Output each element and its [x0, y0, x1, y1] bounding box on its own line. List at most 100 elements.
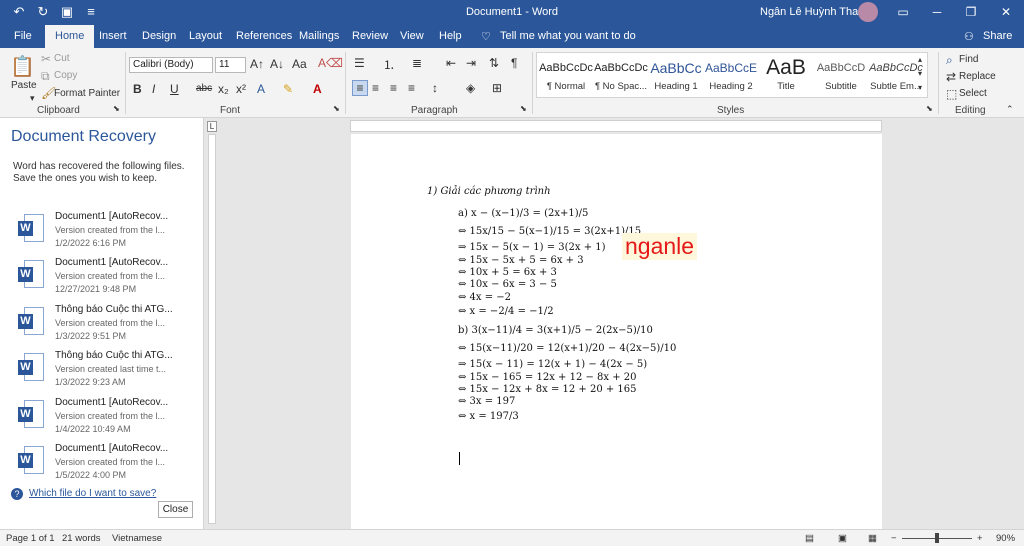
zoom-level[interactable]: 90%	[996, 533, 1015, 544]
tab-layout[interactable]: Layout	[189, 30, 222, 42]
minimize-icon[interactable]: ─	[927, 3, 947, 21]
bullets-icon[interactable]: ☰	[354, 56, 365, 70]
zoom-in-icon[interactable]: +	[977, 533, 983, 544]
sort-icon[interactable]: ⇅	[489, 56, 499, 70]
tell-me-search[interactable]: Tell me what you want to do	[500, 30, 636, 42]
clipboard-launcher-icon[interactable]: ⬊	[113, 104, 120, 113]
increase-indent-icon[interactable]: ⇥	[466, 56, 476, 70]
numbering-icon[interactable]: ⒈	[383, 56, 395, 73]
gallery-more-icon[interactable]: ▾	[918, 83, 922, 92]
decrease-indent-icon[interactable]: ⇤	[446, 56, 456, 70]
clipboard-group-label: Clipboard	[37, 105, 80, 116]
find-icon[interactable]: ⌕	[946, 53, 953, 68]
font-launcher-icon[interactable]: ⬊	[333, 104, 340, 113]
recovered-file[interactable]: W Thông báo Cuộc thi ATG... Version crea…	[18, 304, 198, 350]
line-spacing-icon[interactable]: ↕	[432, 81, 438, 95]
recovered-file[interactable]: W Document1 [AutoRecov... Version create…	[18, 397, 198, 443]
paste-dropdown-icon[interactable]: ▾	[30, 93, 35, 104]
style-normal[interactable]: AaBbCcDc ¶ Normal	[539, 55, 593, 97]
horizontal-ruler[interactable]	[350, 120, 882, 132]
help-link[interactable]: Which file do I want to save?	[29, 488, 156, 499]
format-painter-button[interactable]: Format Painter	[54, 88, 120, 99]
tab-mailings[interactable]: Mailings	[299, 30, 339, 42]
close-button[interactable]: Close	[158, 501, 193, 518]
replace-button[interactable]: Replace	[959, 71, 996, 82]
vertical-scrollbar[interactable]	[1011, 118, 1024, 529]
tab-file[interactable]: File	[14, 30, 32, 42]
print-layout-icon[interactable]: ▣	[838, 533, 847, 544]
styles-launcher-icon[interactable]: ⬊	[926, 104, 933, 113]
font-family-select[interactable]: Calibri (Body)	[129, 57, 213, 73]
share-button[interactable]: Share	[983, 30, 1012, 42]
recovered-file[interactable]: W Document1 [AutoRecov... Version create…	[18, 257, 198, 303]
replace-icon[interactable]: ⇄	[946, 70, 956, 84]
tab-review[interactable]: Review	[352, 30, 388, 42]
page-count[interactable]: Page 1 of 1	[6, 533, 55, 544]
grow-font-icon[interactable]: A↑	[250, 57, 264, 71]
align-center-icon[interactable]: ≡	[372, 81, 379, 95]
italic-icon[interactable]: I	[152, 82, 155, 96]
copy-button[interactable]: Copy	[54, 70, 77, 81]
style-subtitle[interactable]: AaBbCcD Subtitle	[814, 55, 868, 97]
word-count[interactable]: 21 words	[62, 533, 101, 544]
clear-formatting-icon[interactable]: A⌫	[318, 56, 343, 70]
tab-selector-icon[interactable]: L	[207, 121, 217, 132]
highlight-icon[interactable]: ✎	[283, 82, 293, 96]
style-subtle-emphasis[interactable]: AaBbCcDc Subtle Em...	[869, 55, 923, 97]
recovery-intro: Word has recovered the following files. …	[13, 161, 185, 184]
style-title[interactable]: AaB Title	[759, 55, 813, 97]
align-right-icon[interactable]: ≡	[390, 81, 397, 95]
tab-design[interactable]: Design	[142, 30, 176, 42]
align-left-icon[interactable]: ≡	[352, 80, 368, 96]
recovered-file[interactable]: W Document1 [AutoRecov... Version create…	[18, 443, 198, 489]
style-heading-1[interactable]: AaBbCc Heading 1	[649, 55, 703, 97]
bold-icon[interactable]: B	[133, 82, 142, 96]
gallery-up-icon[interactable]: ▴	[918, 55, 922, 64]
show-formatting-icon[interactable]: ¶	[511, 56, 517, 70]
recovered-file[interactable]: W Document1 [AutoRecov... Version create…	[18, 211, 198, 257]
zoom-slider-thumb[interactable]	[935, 533, 939, 543]
multilevel-list-icon[interactable]: ≣	[412, 56, 422, 70]
style-no-spacing[interactable]: AaBbCcDc ¶ No Spac...	[594, 55, 648, 97]
close-icon[interactable]: ✕	[996, 3, 1016, 21]
change-case-icon[interactable]: Aa	[292, 57, 307, 71]
recovered-file[interactable]: W Thông báo Cuộc thi ATG... Version crea…	[18, 350, 198, 396]
style-heading-2[interactable]: AaBbCcE Heading 2	[704, 55, 758, 97]
share-icon[interactable]: ⚇	[964, 30, 974, 43]
language[interactable]: Vietnamese	[112, 533, 162, 544]
cut-button[interactable]: Cut	[54, 53, 70, 64]
avatar[interactable]	[858, 2, 878, 22]
copy-icon[interactable]: ⧉	[41, 69, 50, 84]
select-icon[interactable]: ⬚	[946, 87, 957, 101]
borders-icon[interactable]: ⊞	[492, 81, 502, 95]
focus-mode-icon[interactable]: ▤	[805, 533, 814, 544]
strikethrough-icon[interactable]: abc	[196, 83, 212, 94]
font-color-icon[interactable]: A	[313, 82, 322, 96]
paste-button[interactable]: Paste	[11, 80, 37, 91]
shrink-font-icon[interactable]: A↓	[270, 57, 284, 71]
tab-insert[interactable]: Insert	[99, 30, 127, 42]
select-button[interactable]: Select	[959, 88, 987, 99]
justify-icon[interactable]: ≡	[408, 81, 415, 95]
ribbon-display-icon[interactable]: ▭	[893, 3, 913, 21]
subscript-icon[interactable]: x₂	[218, 82, 229, 96]
paragraph-launcher-icon[interactable]: ⬊	[520, 104, 527, 113]
font-size-select[interactable]: 11	[215, 57, 246, 73]
tab-view[interactable]: View	[400, 30, 424, 42]
tab-help[interactable]: Help	[439, 30, 462, 42]
gallery-down-icon[interactable]: ▾	[918, 69, 922, 78]
user-name[interactable]: Ngân Lê Huỳnh Thanh	[760, 6, 871, 18]
shading-icon[interactable]: ◈	[466, 81, 475, 95]
find-button[interactable]: Find	[959, 54, 978, 65]
zoom-out-icon[interactable]: −	[891, 533, 897, 544]
tab-home[interactable]: Home	[45, 25, 95, 48]
text-effects-icon[interactable]: A	[257, 82, 265, 96]
superscript-icon[interactable]: x²	[236, 82, 246, 96]
restore-icon[interactable]: ❐	[961, 3, 981, 21]
collapse-ribbon-icon[interactable]: ⌃	[1006, 104, 1014, 115]
tab-references[interactable]: References	[236, 30, 292, 42]
cut-icon[interactable]: ✂	[41, 52, 51, 66]
underline-icon[interactable]: U	[170, 82, 179, 96]
web-layout-icon[interactable]: ▦	[868, 533, 877, 544]
paste-icon[interactable]: 📋	[10, 54, 35, 80]
